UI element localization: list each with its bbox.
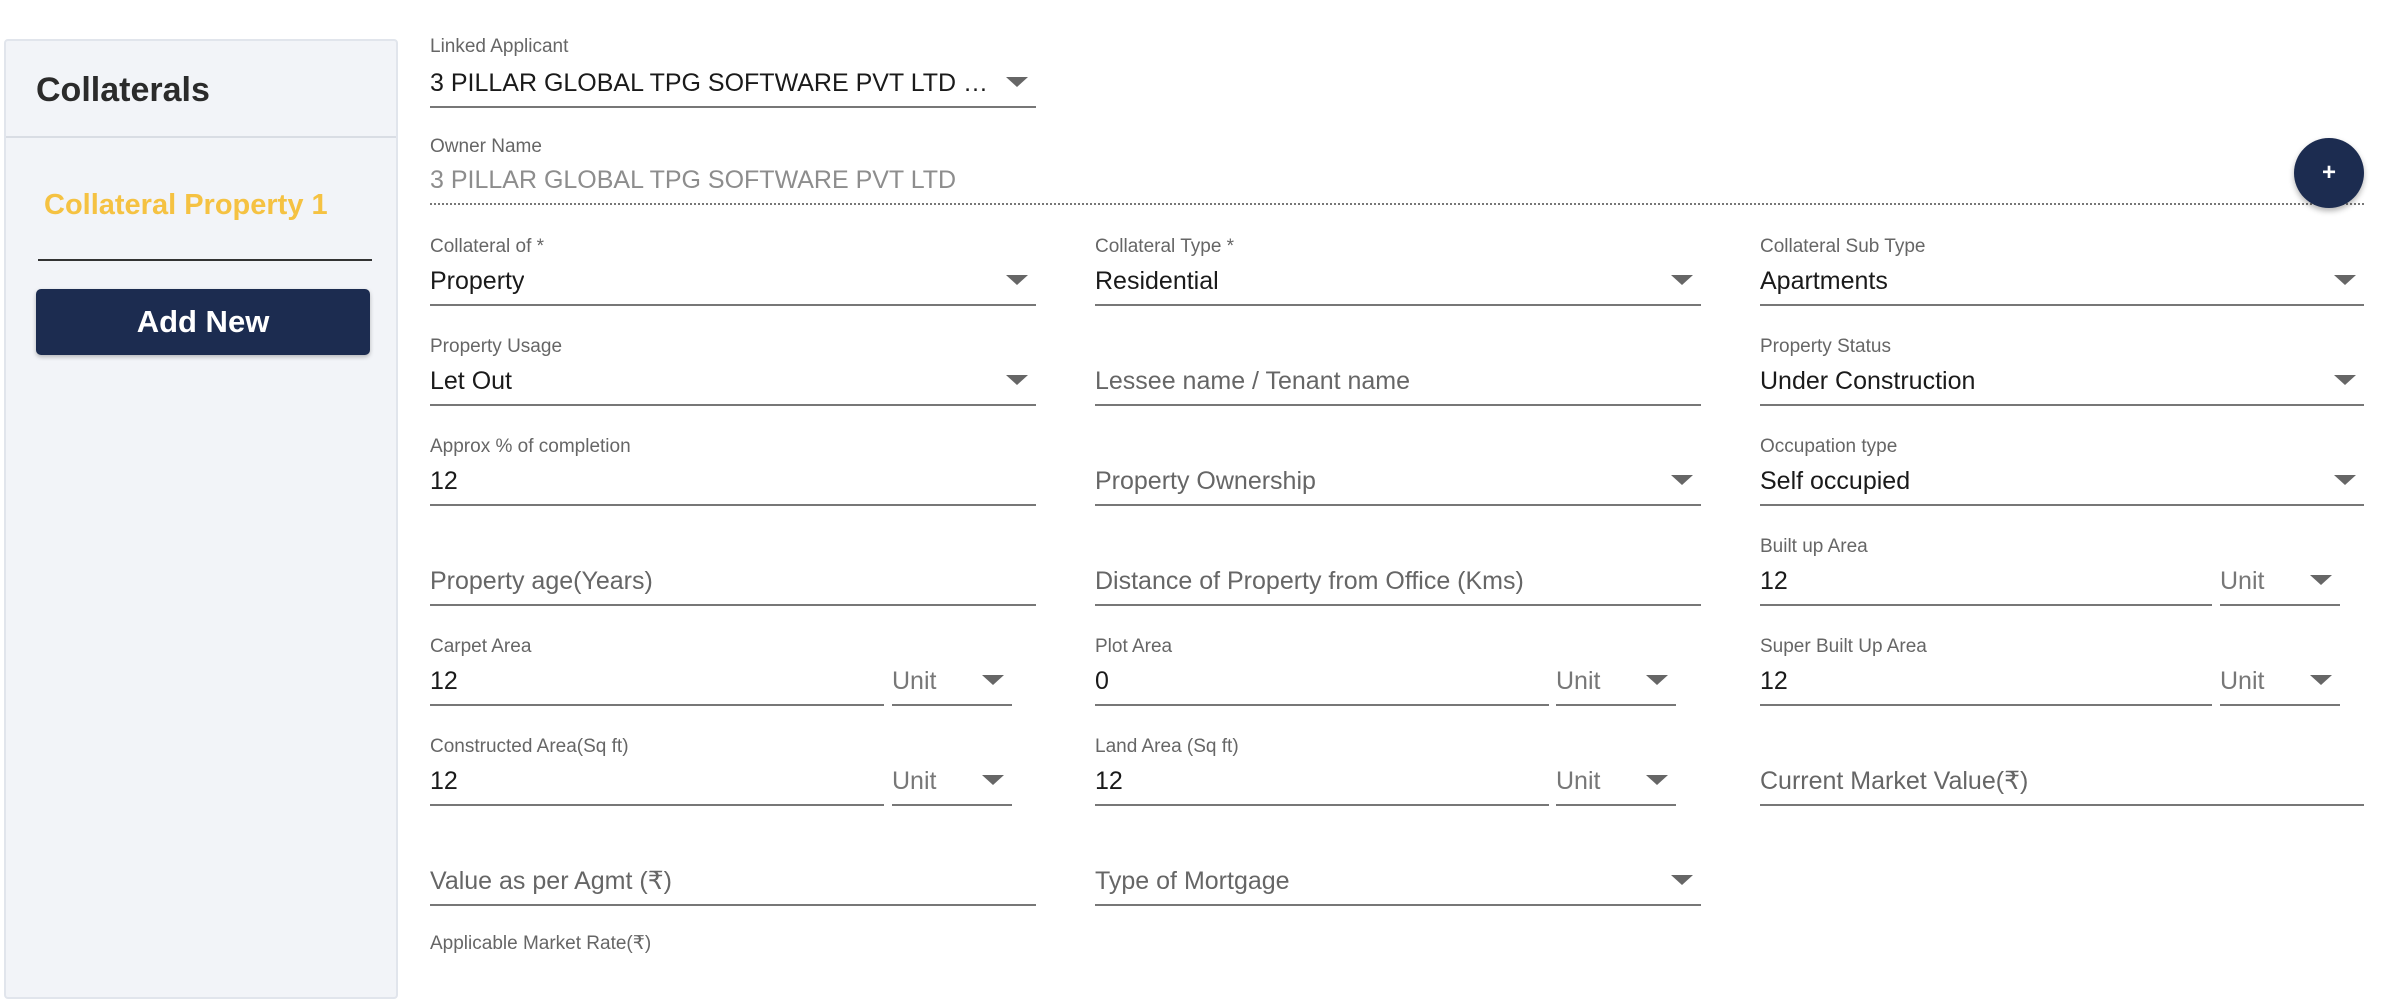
chevron-down-icon[interactable] — [2334, 475, 2356, 485]
owner-name-label: Owner Name — [430, 136, 542, 157]
property-status-select[interactable]: Property Status Under Construction — [1760, 336, 2364, 406]
collateral-sub-type-value: Apartments — [1760, 267, 1888, 295]
property-status-value: Under Construction — [1760, 367, 1976, 395]
chevron-down-icon[interactable] — [2310, 575, 2332, 585]
plot-area-value: 0 — [1095, 667, 1109, 695]
constructed-area-value: 12 — [430, 767, 458, 795]
owner-name-field: Owner Name 3 PILLAR GLOBAL TPG SOFTWARE … — [430, 136, 2364, 205]
built-up-area-unit-select[interactable]: Unit — [2220, 556, 2340, 606]
constructed-area-unit-select[interactable]: Unit — [892, 756, 1012, 806]
chevron-down-icon[interactable] — [1646, 675, 1668, 685]
lessee-name-placeholder: Lessee name / Tenant name — [1095, 367, 1411, 395]
type-of-mortgage-select[interactable]: Type of Mortgage — [1095, 836, 1701, 906]
super-built-up-area-input[interactable]: Super Built Up Area 12 — [1760, 636, 2212, 706]
type-of-mortgage-placeholder: Type of Mortgage — [1095, 867, 1290, 895]
chevron-down-icon[interactable] — [1006, 275, 1028, 285]
unit-placeholder: Unit — [892, 667, 937, 695]
lessee-name-input[interactable]: Lessee name / Tenant name — [1095, 336, 1701, 406]
plot-area-input[interactable]: Plot Area 0 — [1095, 636, 1549, 706]
collateral-of-value: Property — [430, 267, 525, 295]
add-new-button[interactable]: Add New — [36, 289, 370, 355]
collateral-of-label: Collateral of * — [430, 236, 545, 257]
distance-from-office-placeholder: Distance of Property from Office (Kms) — [1095, 567, 1524, 595]
linked-applicant-label: Linked Applicant — [430, 36, 569, 57]
unit-placeholder: Unit — [1556, 667, 1601, 695]
carpet-area-input[interactable]: Carpet Area 12 — [430, 636, 884, 706]
applicable-market-rate-label: Applicable Market Rate(₹) — [430, 933, 652, 954]
built-up-area-input[interactable]: Built up Area 12 — [1760, 536, 2212, 606]
current-market-value-input[interactable]: Current Market Value(₹) — [1760, 736, 2364, 806]
value-as-per-agmt-placeholder: Value as per Agmt (₹) — [430, 867, 672, 895]
carpet-area-value: 12 — [430, 667, 458, 695]
land-area-label: Land Area (Sq ft) — [1095, 736, 1239, 757]
property-age-input[interactable]: Property age(Years) — [430, 536, 1036, 606]
sidebar-title: Collaterals — [36, 71, 210, 109]
chevron-down-icon[interactable] — [2334, 375, 2356, 385]
chevron-down-icon[interactable] — [1646, 775, 1668, 785]
plot-area-label: Plot Area — [1095, 636, 1173, 657]
property-status-label: Property Status — [1760, 336, 1891, 357]
chevron-down-icon[interactable] — [1671, 875, 1693, 885]
linked-applicant-select[interactable]: Linked Applicant 3 PILLAR GLOBAL TPG SOF… — [430, 36, 1036, 108]
current-market-value-placeholder: Current Market Value(₹) — [1760, 767, 2029, 795]
occupation-type-value: Self occupied — [1760, 467, 1911, 495]
chevron-down-icon[interactable] — [1671, 475, 1693, 485]
chevron-down-icon[interactable] — [2334, 275, 2356, 285]
constructed-area-label: Constructed Area(Sq ft) — [430, 736, 629, 757]
property-usage-value: Let Out — [430, 367, 512, 395]
chevron-down-icon[interactable] — [982, 675, 1004, 685]
super-built-up-area-label: Super Built Up Area — [1760, 636, 1927, 657]
unit-placeholder: Unit — [2220, 667, 2265, 695]
property-ownership-placeholder: Property Ownership — [1095, 467, 1316, 495]
approx-completion-label: Approx % of completion — [430, 436, 631, 457]
carpet-area-label: Carpet Area — [430, 636, 532, 657]
collateral-sub-type-label: Collateral Sub Type — [1760, 236, 1926, 257]
chevron-down-icon[interactable] — [982, 775, 1004, 785]
unit-placeholder: Unit — [1556, 767, 1601, 795]
land-area-input[interactable]: Land Area (Sq ft) 12 — [1095, 736, 1549, 806]
super-built-up-area-value: 12 — [1760, 667, 1788, 695]
sidebar-divider — [6, 136, 396, 138]
linked-applicant-value: 3 PILLAR GLOBAL TPG SOFTWARE PVT LTD ( P… — [430, 69, 996, 97]
collateral-sub-type-select[interactable]: Collateral Sub Type Apartments — [1760, 236, 2364, 306]
chevron-down-icon[interactable] — [2310, 675, 2332, 685]
chevron-down-icon[interactable] — [1006, 375, 1028, 385]
distance-from-office-input[interactable]: Distance of Property from Office (Kms) — [1095, 536, 1701, 606]
owner-name-value: 3 PILLAR GLOBAL TPG SOFTWARE PVT LTD — [430, 166, 957, 194]
collaterals-sidebar: Collaterals Collateral Property 1 Add Ne… — [4, 39, 398, 999]
super-built-up-area-unit-select[interactable]: Unit — [2220, 656, 2340, 706]
property-usage-select[interactable]: Property Usage Let Out — [430, 336, 1036, 406]
plot-area-unit-select[interactable]: Unit — [1556, 656, 1676, 706]
add-fab-button[interactable]: + — [2294, 138, 2364, 208]
built-up-area-label: Built up Area — [1760, 536, 1868, 557]
chevron-down-icon[interactable] — [1671, 275, 1693, 285]
value-as-per-agmt-input[interactable]: Value as per Agmt (₹) — [430, 836, 1036, 906]
occupation-type-select[interactable]: Occupation type Self occupied — [1760, 436, 2364, 506]
land-area-unit-select[interactable]: Unit — [1556, 756, 1676, 806]
carpet-area-unit-select[interactable]: Unit — [892, 656, 1012, 706]
built-up-area-value: 12 — [1760, 567, 1788, 595]
land-area-value: 12 — [1095, 767, 1123, 795]
occupation-type-label: Occupation type — [1760, 436, 1898, 457]
approx-completion-input[interactable]: Approx % of completion 12 — [430, 436, 1036, 506]
collateral-type-select[interactable]: Collateral Type * Residential — [1095, 236, 1701, 306]
collateral-type-label: Collateral Type * — [1095, 236, 1235, 257]
constructed-area-input[interactable]: Constructed Area(Sq ft) 12 — [430, 736, 884, 806]
unit-placeholder: Unit — [2220, 567, 2265, 595]
chevron-down-icon[interactable] — [1006, 77, 1028, 87]
property-age-placeholder: Property age(Years) — [430, 567, 653, 595]
sidebar-item-collateral-property-1[interactable]: Collateral Property 1 — [38, 189, 372, 261]
property-ownership-select[interactable]: Property Ownership — [1095, 436, 1701, 506]
property-usage-label: Property Usage — [430, 336, 563, 357]
collateral-type-value: Residential — [1095, 267, 1219, 295]
unit-placeholder: Unit — [892, 767, 937, 795]
collateral-of-select[interactable]: Collateral of * Property — [430, 236, 1036, 306]
approx-completion-value: 12 — [430, 467, 458, 495]
